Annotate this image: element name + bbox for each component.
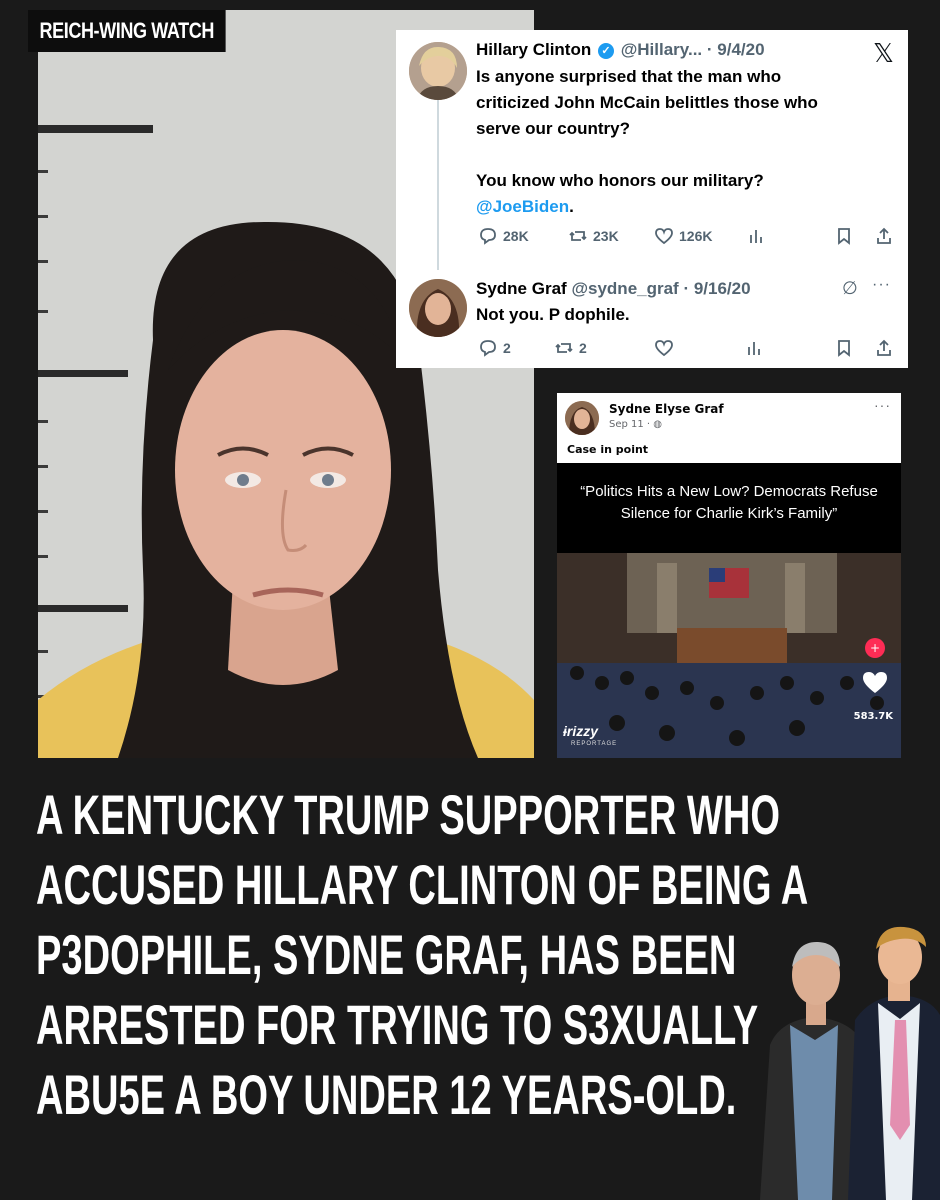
views-icon — [748, 342, 760, 355]
clinton-handle-date[interactable]: @Hillary... · 9/4/20 — [621, 40, 765, 59]
repost-button[interactable]: 2 — [554, 338, 654, 358]
fb-headline-line: Silence for Charlie Kirk’s Family” — [620, 505, 838, 522]
graf-avatar-image — [409, 279, 467, 337]
post-canvas: REICH-WING WATCH Hillary Clinton ✓ @Hill… — [0, 0, 940, 1200]
clinton-tweet-line: criticized John McCain belittles those w… — [476, 93, 818, 112]
more-options-icon[interactable]: ··· — [874, 397, 891, 413]
x-logo-icon: 𝕏 — [873, 38, 894, 68]
more-options-icon[interactable]: ··· — [872, 276, 891, 294]
graf-avatar[interactable] — [409, 279, 467, 337]
bookmark-button[interactable] — [834, 338, 854, 358]
bookmark-icon — [838, 228, 850, 245]
reply-count: 28K — [503, 228, 529, 244]
repost-count: 2 — [579, 340, 587, 356]
video-like-count: 583.7K — [853, 711, 893, 722]
clinton-tweet-body: Is anyone surprised that the man who cri… — [476, 64, 818, 220]
facebook-post-card: Sydne Elyse Graf Sep 11 · ◍ ··· Case in … — [557, 393, 901, 758]
like-button[interactable] — [654, 338, 744, 358]
views-button[interactable] — [744, 338, 834, 358]
clinton-tweet-line: You know who honors our military? — [476, 171, 764, 190]
repost-button[interactable]: 23K — [568, 226, 654, 246]
graf-handle-date[interactable]: @sydne_graf · 9/16/20 — [571, 279, 750, 298]
hidden-reply-icon[interactable]: ∅ — [842, 278, 858, 299]
like-count: 126K — [679, 228, 713, 244]
bookmark-button[interactable] — [834, 226, 854, 246]
reply-button[interactable]: 28K — [478, 226, 568, 246]
heart-icon — [655, 228, 673, 245]
channel-watermark: ɨrizzy — [563, 723, 599, 739]
clinton-avatar-image — [409, 42, 467, 100]
fb-post-date: Sep 11 · ◍ — [609, 419, 663, 430]
graf-reply-actions: 2 2 — [478, 338, 898, 358]
like-button[interactable]: 126K — [654, 226, 746, 246]
headline-line: ABU5E A BOY UNDER 12 YEARS-OLD. — [36, 1063, 737, 1126]
globe-icon: ◍ — [653, 419, 663, 430]
clinton-tweet-actions: 28K 23K 126K — [478, 226, 898, 246]
fb-caption: Case in point — [567, 443, 649, 456]
reply-icon — [480, 228, 496, 245]
repost-icon — [569, 231, 587, 241]
clinton-display-name[interactable]: Hillary Clinton — [476, 40, 591, 59]
fb-author-name[interactable]: Sydne Elyse Graf — [609, 402, 724, 416]
graf-display-name[interactable]: Sydne Graf — [476, 279, 567, 298]
brand-tag: REICH-WING WATCH — [28, 10, 226, 52]
two-men-photo — [760, 926, 940, 1200]
verified-badge-icon: ✓ — [597, 43, 614, 59]
views-button[interactable] — [746, 226, 836, 246]
channel-watermark-sub: REPORTAGE — [571, 741, 618, 747]
fb-avatar-image — [565, 401, 599, 435]
thread-line — [437, 100, 439, 270]
reply-count: 2 — [503, 340, 511, 356]
headline-line: A KENTUCKY TRUMP SUPPORTER WHO — [36, 783, 781, 846]
clinton-avatar[interactable] — [409, 42, 467, 100]
joebiden-mention-link[interactable]: @JoeBiden — [476, 197, 569, 216]
heart-icon — [655, 340, 673, 357]
fb-avatar[interactable] — [565, 401, 599, 435]
reply-icon — [480, 340, 496, 357]
graf-reply-header: Sydne Graf @sydne_graf · 9/16/20 — [476, 279, 751, 299]
clinton-tweet-header: Hillary Clinton ✓ @Hillary... · 9/4/20 — [476, 40, 765, 60]
repost-icon — [555, 343, 573, 353]
bookmark-icon — [838, 340, 850, 357]
share-icon — [877, 339, 891, 356]
headline-line: ACCUSED HILLARY CLINTON OF BEING A — [36, 853, 809, 916]
reply-button[interactable]: 2 — [478, 338, 554, 358]
share-icon — [877, 227, 891, 244]
repost-count: 23K — [593, 228, 619, 244]
facebook-post-header: Sydne Elyse Graf Sep 11 · ◍ ··· Case in … — [557, 393, 901, 463]
views-icon — [750, 230, 762, 243]
share-button[interactable] — [874, 338, 894, 358]
share-button[interactable] — [874, 226, 894, 246]
fb-headline-line: “Politics Hits a New Low? Democrats Refu… — [580, 483, 878, 500]
congress-chamber-video[interactable]: + — [557, 553, 901, 758]
clinton-tweet-line: serve our country? — [476, 119, 630, 138]
headline-line: P3DOPHILE, SYDNE GRAF, HAS BEEN — [36, 923, 737, 986]
headline-line: ARRESTED FOR TRYING TO S3XUALLY — [36, 993, 759, 1056]
svg-text:+: + — [870, 641, 880, 655]
clinton-tweet-line: Is anyone surprised that the man who — [476, 67, 782, 86]
fb-video-headline: “Politics Hits a New Low? Democrats Refu… — [565, 481, 893, 525]
mention-suffix: . — [569, 197, 574, 216]
graf-reply-text: Not you. P dophile. — [476, 305, 630, 324]
